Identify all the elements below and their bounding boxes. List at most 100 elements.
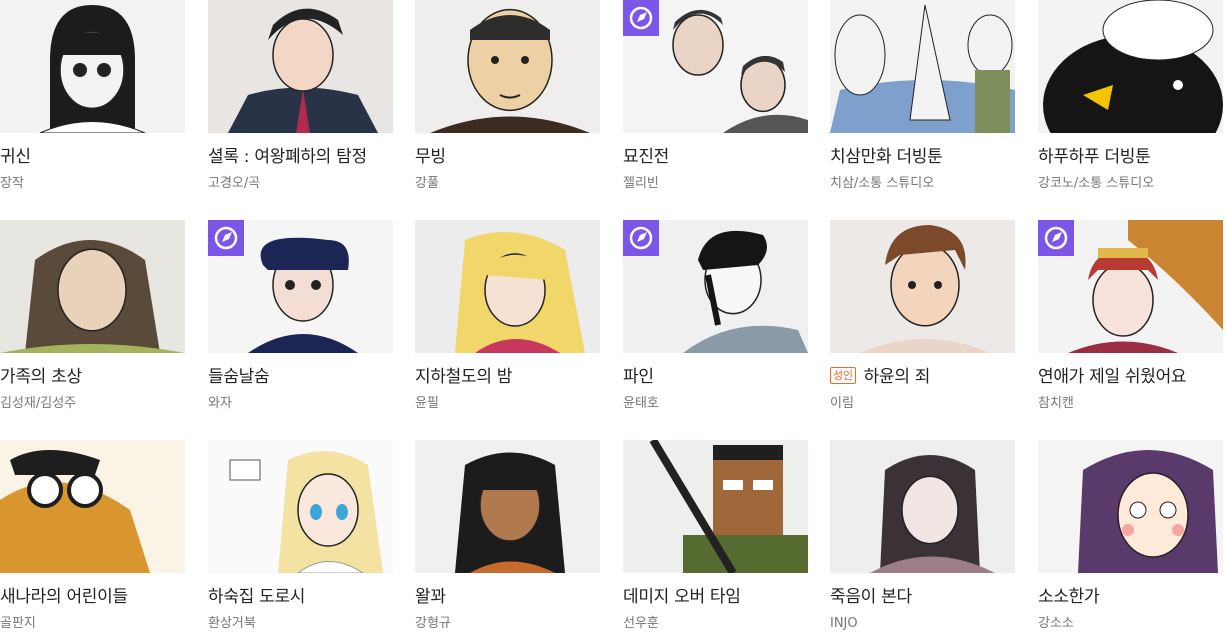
webtoon-author: 강풀 xyxy=(415,176,439,191)
compass-badge-icon xyxy=(208,220,244,256)
webtoon-title-text: 지하철도의 밤 xyxy=(415,367,513,387)
webtoon-title-text: 가족의 초상 xyxy=(0,367,82,387)
webtoon-author: 강소소 xyxy=(1038,616,1074,631)
webtoon-card[interactable]: 치삼만화 더빙툰치삼/소통 스튜디오 xyxy=(830,0,1016,200)
webtoon-title-text: 귀신 xyxy=(0,147,31,167)
webtoon-author: 이림 xyxy=(830,396,854,411)
webtoon-card[interactable]: 왈꽈강형규 xyxy=(415,440,601,640)
webtoon-title[interactable]: 하숙집 도로시 xyxy=(208,585,305,609)
webtoon-card[interactable]: 들숨날숨와자 xyxy=(208,220,394,420)
cover-art-image xyxy=(830,0,1015,133)
cover-art-image xyxy=(208,440,393,573)
webtoon-title-text: 소소한가 xyxy=(1038,587,1100,607)
webtoon-card[interactable]: 파인윤태호 xyxy=(623,220,809,420)
adult-badge: 성인 xyxy=(830,367,856,384)
webtoon-author: 골판지 xyxy=(0,616,36,631)
webtoon-title[interactable]: 연애가 제일 쉬웠어요 xyxy=(1038,365,1187,389)
webtoon-author: 고경오/곡 xyxy=(208,176,261,191)
webtoon-title-text: 왈꽈 xyxy=(415,587,446,607)
cover-art-image xyxy=(1038,0,1223,133)
webtoon-author: 강코노/소통 스튜디오 xyxy=(1038,176,1155,191)
webtoon-title[interactable]: 지하철도의 밤 xyxy=(415,365,512,389)
webtoon-title[interactable]: 왈꽈 xyxy=(415,585,446,609)
webtoon-title-text: 하푸하푸 더빙툰 xyxy=(1038,147,1151,167)
webtoon-title-text: 치삼만화 더빙툰 xyxy=(830,147,943,167)
webtoon-thumbnail[interactable] xyxy=(830,440,1015,573)
webtoon-title[interactable]: 데미지 오버 타임 xyxy=(623,585,741,609)
cover-art-image xyxy=(208,0,393,133)
cover-art-image xyxy=(0,0,185,133)
webtoon-thumbnail[interactable] xyxy=(623,0,808,133)
webtoon-thumbnail[interactable] xyxy=(208,220,393,353)
webtoon-title-text: 들숨날숨 xyxy=(208,367,270,387)
webtoon-card[interactable]: 죽음이 본다 INJO xyxy=(830,440,1016,640)
webtoon-thumbnail[interactable] xyxy=(830,0,1015,133)
cover-art-image xyxy=(0,220,185,353)
cover-art-image xyxy=(0,440,185,573)
webtoon-title-text: 파인 xyxy=(623,367,654,387)
cover-art-image xyxy=(415,220,600,353)
webtoon-card[interactable]: 성인 하윤의 죄이림 xyxy=(830,220,1016,420)
webtoon-title[interactable]: 셜록 : 여왕폐하의 탐정 xyxy=(208,145,367,169)
webtoon-card[interactable]: 새나라의 어린이들골판지 xyxy=(0,440,186,640)
webtoon-thumbnail[interactable] xyxy=(0,440,185,573)
webtoon-author: 윤태호 xyxy=(623,396,659,411)
webtoon-thumbnail[interactable] xyxy=(1038,220,1223,353)
webtoon-author: INJO xyxy=(830,616,858,631)
webtoon-author: 김성재/김성주 xyxy=(0,396,77,411)
webtoon-title[interactable]: 무빙 xyxy=(415,145,446,169)
webtoon-thumbnail[interactable] xyxy=(415,220,600,353)
cover-art-image xyxy=(830,440,1015,573)
webtoon-thumbnail[interactable] xyxy=(208,440,393,573)
webtoon-title[interactable]: 귀신 xyxy=(0,145,31,169)
webtoon-author: 와자 xyxy=(208,396,232,411)
webtoon-card[interactable]: 하숙집 도로시환상거북 xyxy=(208,440,394,640)
webtoon-thumbnail[interactable] xyxy=(208,0,393,133)
webtoon-title-text: 죽음이 본다 xyxy=(830,587,912,607)
webtoon-thumbnail[interactable] xyxy=(0,0,185,133)
webtoon-grid: 귀신 장작 셜록 : 여왕폐하의 탐정 고경오/곡 무빙 강풀 묘진전 젤리빈 치삼만화 더빙툰… xyxy=(0,0,1226,638)
webtoon-title[interactable]: 죽음이 본다 xyxy=(830,585,912,609)
webtoon-thumbnail[interactable] xyxy=(1038,440,1223,573)
webtoon-title-text: 하윤의 죄 xyxy=(863,367,931,387)
webtoon-title[interactable]: 들숨날숨 xyxy=(208,365,270,389)
cover-art-image xyxy=(1038,440,1223,573)
webtoon-author: 장작 xyxy=(0,176,24,191)
webtoon-author: 참치캔 xyxy=(1038,396,1074,411)
webtoon-thumbnail[interactable] xyxy=(623,220,808,353)
webtoon-author: 강형규 xyxy=(415,616,451,631)
webtoon-title[interactable]: 파인 xyxy=(623,365,654,389)
webtoon-card[interactable]: 데미지 오버 타임 선우훈 xyxy=(623,440,809,640)
webtoon-card[interactable]: 셜록 : 여왕폐하의 탐정고경오/곡 xyxy=(208,0,394,200)
webtoon-card[interactable]: 하푸하푸 더빙툰강코노/소통 스튜디오 xyxy=(1038,0,1224,200)
webtoon-title[interactable]: 하푸하푸 더빙툰 xyxy=(1038,145,1151,169)
webtoon-author: 환상거북 xyxy=(208,616,256,631)
webtoon-title[interactable]: 치삼만화 더빙툰 xyxy=(830,145,943,169)
webtoon-thumbnail[interactable] xyxy=(0,220,185,353)
webtoon-card[interactable]: 소소한가강소소 xyxy=(1038,440,1224,640)
webtoon-card[interactable]: 묘진전 젤리빈 xyxy=(623,0,809,200)
webtoon-title[interactable]: 가족의 초상 xyxy=(0,365,82,389)
webtoon-thumbnail[interactable] xyxy=(1038,0,1223,133)
webtoon-title-text: 셜록 : 여왕폐하의 탐정 xyxy=(208,147,367,167)
webtoon-title-text: 하숙집 도로시 xyxy=(208,587,306,607)
webtoon-title-text: 데미지 오버 타임 xyxy=(623,587,741,607)
webtoon-title-text: 연애가 제일 쉬웠어요 xyxy=(1038,367,1187,387)
webtoon-card[interactable]: 귀신장작 xyxy=(0,0,186,200)
cover-art-image xyxy=(415,0,600,133)
webtoon-title[interactable]: 묘진전 xyxy=(623,145,669,169)
cover-art-image xyxy=(623,440,808,573)
webtoon-title[interactable]: 소소한가 xyxy=(1038,585,1100,609)
webtoon-title[interactable]: 성인 하윤의 죄 xyxy=(830,365,930,389)
webtoon-thumbnail[interactable] xyxy=(415,0,600,133)
webtoon-card[interactable]: 가족의 초상김성재/김성주 xyxy=(0,220,186,420)
webtoon-thumbnail[interactable] xyxy=(415,440,600,573)
webtoon-card[interactable]: 연애가 제일 쉬웠어요참치캔 xyxy=(1038,220,1224,420)
webtoon-thumbnail[interactable] xyxy=(830,220,1015,353)
webtoon-card[interactable]: 지하철도의 밤 윤필 xyxy=(415,220,601,420)
webtoon-title-text: 새나라의 어린이들 xyxy=(0,587,128,607)
webtoon-thumbnail[interactable] xyxy=(623,440,808,573)
webtoon-card[interactable]: 무빙강풀 xyxy=(415,0,601,200)
webtoon-title[interactable]: 새나라의 어린이들 xyxy=(0,585,128,609)
webtoon-author: 치삼/소통 스튜디오 xyxy=(830,176,935,191)
